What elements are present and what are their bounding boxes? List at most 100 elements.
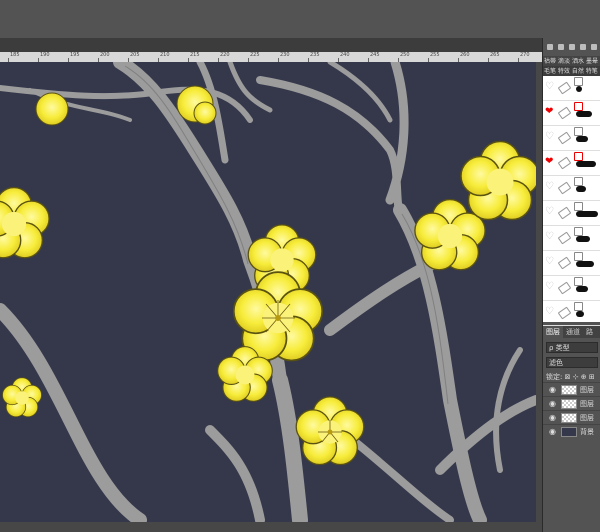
tab-paths[interactable]: 路 [583,326,596,338]
brush-preset-row[interactable]: ♡ [543,276,600,301]
brush-settings-icon[interactable] [574,227,583,236]
eraser-icon[interactable] [557,306,572,320]
layer-thumbnail [561,399,577,409]
brush-stroke-preview [576,86,582,92]
brush-settings-icon[interactable] [574,152,583,161]
brush-tab[interactable]: 墨晕 [585,56,599,66]
ruler-tick-label: 235 [310,52,320,58]
brush-preset-row[interactable]: ♡ [543,126,600,151]
brush-stroke-preview [576,236,590,242]
ruler-tick-label: 260 [460,52,470,58]
favorite-heart-icon[interactable]: ♡ [545,82,555,92]
eraser-icon[interactable] [557,256,572,270]
brush-stroke-preview [576,186,586,192]
layer-row[interactable]: ◉ 图层 [543,382,600,397]
layer-name: 图层 [580,386,594,394]
favorite-heart-icon[interactable]: ♡ [545,307,555,317]
brush-tab-bar: 祜蒂 滴淡 洒水 墨晕 [543,56,600,66]
visibility-eye-icon[interactable]: ◉ [549,413,556,422]
visibility-eye-icon[interactable]: ◉ [549,399,556,408]
brush-tab[interactable]: 滴淡 [557,56,571,66]
ruler-tick-label: 200 [100,52,110,58]
brush-preset-row[interactable]: ♡ [543,201,600,226]
brush-preset-row[interactable]: ♡ [543,176,600,201]
brush-category-row[interactable]: 毛笔 特效 自然 特笔 [543,66,600,76]
eraser-icon[interactable] [557,81,572,95]
brush-settings-icon[interactable] [574,202,583,211]
brush-stroke-preview [576,136,588,142]
eraser-icon[interactable] [557,156,572,170]
blend-mode-select[interactable]: 滤色 [546,357,598,368]
layer-name: 背景 [580,428,594,436]
layer-thumbnail [561,413,577,423]
brush-stroke-preview [576,311,584,317]
visibility-eye-icon[interactable]: ◉ [549,427,556,436]
favorite-heart-icon[interactable]: ♡ [545,257,555,267]
brush-preset-row[interactable]: ♡ [543,251,600,276]
brush-settings-icon[interactable] [574,277,583,286]
tab-channels[interactable]: 通道 [563,326,583,338]
layer-row[interactable]: ◉ 图层 [543,396,600,411]
ruler-tick-label: 265 [490,52,500,58]
brush-preset-row[interactable]: ♡ [543,301,600,326]
brush-settings-icon[interactable] [574,127,583,136]
favorite-heart-icon[interactable]: ❤ [545,157,555,167]
favorite-heart-icon[interactable]: ♡ [545,207,555,217]
brush-preset-list[interactable]: ♡ ❤ ♡ ❤ ♡ ♡ ♡ ♡ ♡ ♡ [543,76,600,326]
adjust-panel-icon[interactable] [579,44,586,50]
ruler-tick-label: 240 [340,52,350,58]
brush-panel-icon[interactable] [547,44,554,50]
ruler-tick-label: 220 [220,52,230,58]
brush-settings-icon[interactable] [574,102,583,111]
ruler-tick-label: 250 [400,52,410,58]
favorite-heart-icon[interactable]: ♡ [545,132,555,142]
ruler-tick-label: 215 [190,52,200,58]
eraser-icon[interactable] [557,131,572,145]
options-bar [0,0,600,38]
favorite-heart-icon[interactable]: ♡ [545,232,555,242]
layer-name: 图层 [580,400,594,408]
layers-tab-bar: 图层 通道 路 [543,326,600,338]
eraser-icon[interactable] [557,281,572,295]
clone-panel-icon[interactable] [558,44,565,50]
brush-tab[interactable]: 祜蒂 [543,56,557,66]
brush-settings-icon[interactable] [574,77,583,86]
layer-thumbnail [561,427,577,437]
document-canvas[interactable] [0,62,536,522]
ruler-tick-label: 205 [130,52,140,58]
history-panel-icon[interactable] [590,44,597,50]
horizontal-scrollbar[interactable] [0,522,542,532]
lock-controls[interactable]: 锁定: ⊠ ⊹ ⊕ ⊞ [546,372,595,382]
layer-row[interactable]: ◉ 背景 [543,424,600,439]
brush-preset-row[interactable]: ♡ [543,76,600,101]
ruler-tick-label: 255 [430,52,440,58]
ruler-tick-label: 230 [280,52,290,58]
brush-tab[interactable]: 洒水 [571,56,585,66]
layer-filter-select[interactable]: ρ 类型 [546,342,598,353]
tab-layers[interactable]: 图层 [543,326,563,338]
brush-stroke-preview [576,111,592,117]
ruler-tick-label: 195 [70,52,80,58]
eraser-icon[interactable] [557,206,572,220]
brush-settings-icon[interactable] [574,302,583,311]
brush-stroke-preview [576,211,598,217]
ruler-tick-label: 210 [160,52,170,58]
visibility-eye-icon[interactable]: ◉ [549,385,556,394]
brush-preset-row[interactable]: ♡ [543,226,600,251]
horizontal-ruler: 185 190 195 200 205 210 215 220 225 230 235 240 245 2… [0,52,542,62]
eraser-icon[interactable] [557,106,572,120]
document-tab-strip[interactable] [0,38,542,53]
swatches-panel-icon[interactable] [568,44,575,50]
ruler-tick-label: 245 [370,52,380,58]
eraser-icon[interactable] [557,231,572,245]
favorite-heart-icon[interactable]: ♡ [545,282,555,292]
brush-preset-row[interactable]: ❤ [543,101,600,126]
brush-settings-icon[interactable] [574,177,583,186]
brush-preset-row[interactable]: ❤ [543,151,600,176]
favorite-heart-icon[interactable]: ♡ [545,182,555,192]
right-panel: 祜蒂 滴淡 洒水 墨晕 毛笔 特效 自然 特笔 ♡ ❤ ♡ ❤ ♡ ♡ ♡ ♡ ♡ ♡ 图层 通道… [542,38,600,532]
layer-row[interactable]: ◉ 图层 [543,410,600,425]
favorite-heart-icon[interactable]: ❤ [545,107,555,117]
brush-settings-icon[interactable] [574,252,583,261]
eraser-icon[interactable] [557,181,572,195]
